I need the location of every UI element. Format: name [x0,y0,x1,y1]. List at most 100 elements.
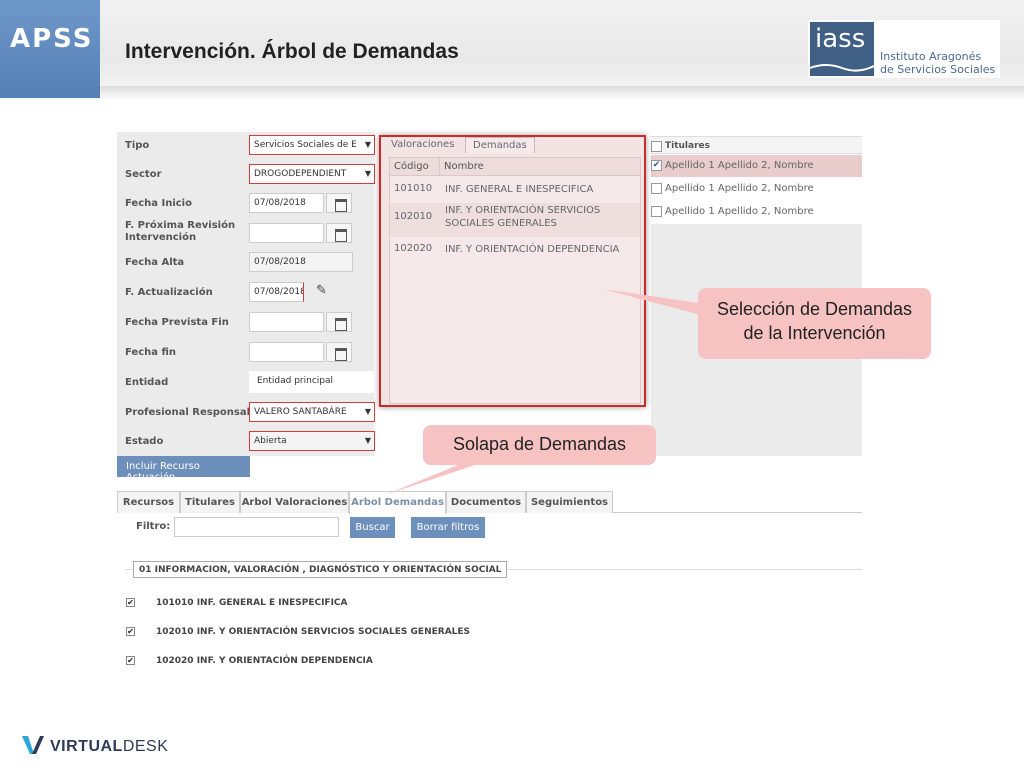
tab-documentos[interactable]: Documentos [446,491,526,513]
estado-value: Abierta [254,436,287,446]
profesional-select[interactable]: VALERO SANTABÁRE ▼ [249,402,375,422]
f-actualizacion-field: 07/08/2018 [249,282,304,302]
tab-arbol-valoraciones[interactable]: Arbol Valoraciones [240,491,349,513]
slide-title: Intervención. Árbol de Demandas [125,40,459,63]
titular-row[interactable]: Apellido 1 Apellido 2, Nombre [651,178,862,200]
tree-item-label: 101010 INF. GENERAL E INESPECIFICA [156,598,348,608]
fecha-inicio-label: Fecha Inicio [125,198,192,209]
tree-item-label: 102020 INF. Y ORIENTACIÓN DEPENDENCIA [156,656,373,666]
calendar-icon[interactable] [326,342,352,362]
chevron-down-icon: ▼ [364,169,371,178]
entidad-field: Entidad principal [249,371,374,393]
buscar-button[interactable]: Buscar [350,517,395,538]
tab-seguimientos[interactable]: Seguimientos [526,491,613,513]
iass-logo-text: iass [815,24,866,54]
titular-checkbox[interactable] [651,206,662,217]
row-nombre: INF. Y ORIENTACIÓN SERVICIOS SOCIALES GE… [445,205,601,229]
slide: APSS Intervención. Árbol de Demandas ias… [0,0,1024,768]
calendar-icon[interactable] [326,193,352,213]
tab-demandas[interactable]: Demandas [465,137,535,153]
fecha-alta-field: 07/08/2018 [249,252,353,272]
iass-org-name: Instituto Aragonés de Servicios Sociales [880,50,995,76]
chevron-down-icon: ▼ [364,140,371,149]
table-row[interactable]: 102010 INF. Y ORIENTACIÓN SERVICIOS SOCI… [390,203,640,237]
iass-org-line1: Instituto Aragonés [880,50,982,63]
calendar-icon[interactable] [326,312,352,332]
tree-group-label: 01 INFORMACION, VALORACIÓN , DIAGNÓSTICO… [133,561,508,578]
estado-label: Estado [125,436,164,447]
callout-seleccion-demandas: Selección de Demandas de la Intervención [698,288,931,359]
select-all-checkbox[interactable] [651,141,662,152]
table-row[interactable]: 102020 INF. Y ORIENTACIÓN DEPENDENCIA [390,243,640,263]
virtualdesk-text: VIRTUALDESK [50,738,168,756]
brand-bold: VIRTUAL [50,738,123,755]
callout-solapa-demandas: Solapa de Demandas [423,425,656,465]
f-proxima-label: F. Próxima Revisión Intervención [125,220,235,244]
sector-label: Sector [125,169,162,180]
callout-line1: Selección de Demandas [716,299,913,319]
entidad-label: Entidad [125,377,169,388]
table-row[interactable]: 101010 INF. GENERAL E INESPECIFICA [390,183,640,205]
apss-badge: APSS [0,0,100,98]
f-actualizacion-label: F. Actualización [125,287,213,298]
tree-item-checkbox[interactable]: ✔ [126,598,135,607]
profesional-value: VALERO SANTABÁRE [254,407,347,417]
column-header-codigo: Código [390,158,440,176]
row-nombre: INF. Y ORIENTACIÓN DEPENDENCIA [445,244,620,255]
row-nombre: INF. GENERAL E INESPECIFICA [445,184,594,195]
tab-valoraciones[interactable]: Valoraciones [384,137,462,153]
tipo-value: Servicios Sociales de E [254,140,357,150]
filtro-input[interactable] [174,517,339,537]
tree-item-checkbox[interactable]: ✔ [126,656,135,665]
tab-titulares[interactable]: Titulares [180,491,240,513]
column-header-nombre: Nombre [440,158,640,176]
tab-recursos[interactable]: Recursos [117,491,180,513]
titulares-header-label: Titulares [665,141,710,151]
tab-arbol-demandas[interactable]: Arbol Demandas [349,491,446,514]
fecha-inicio-input[interactable]: 07/08/2018 [249,193,324,213]
pencil-icon[interactable]: ✎ [316,283,327,298]
brand-rest: DESK [122,738,169,755]
titular-checkbox[interactable]: ✔ [651,160,662,171]
virtualdesk-mark-icon [22,736,44,754]
f-proxima-label-line1: F. Próxima Revisión [125,220,236,231]
titular-row[interactable]: Apellido 1 Apellido 2, Nombre [651,201,862,223]
estado-select[interactable]: Abierta ▼ [249,431,375,451]
borrar-filtros-button[interactable]: Borrar filtros [411,517,485,538]
titulares-header: Titulares [651,136,862,154]
titular-checkbox[interactable] [651,183,662,194]
filtro-label: Filtro: [136,521,171,532]
incluir-recurso-button[interactable]: Incluir Recurso Actuación [117,456,250,483]
fecha-alta-label: Fecha Alta [125,257,185,268]
app-screenshot: Tipo Servicios Sociales de E ▼ Sector DR… [117,132,862,674]
fecha-fin-label: Fecha fin [125,347,177,358]
iass-logo: iass Instituto Aragonés de Servicios Soc… [808,20,1000,78]
header-shadow [100,86,1024,100]
demandas-popup: Valoraciones Demandas Código Nombre 1010… [379,135,646,407]
detail-tabs: Recursos Titulares Arbol Valoraciones Ar… [117,491,862,514]
profesional-label: Profesional Responsable [125,407,264,418]
f-proxima-input[interactable] [249,223,324,243]
wave-icon [810,64,874,72]
sector-value: DROGODEPENDIENT [254,169,347,179]
sector-select[interactable]: DROGODEPENDIENT ▼ [249,164,375,184]
titular-name: Apellido 1 Apellido 2, Nombre [665,160,814,171]
callout-line2: de la Intervención [743,323,886,343]
fecha-prevista-fin-input[interactable] [249,312,324,332]
chevron-down-icon: ▼ [364,407,371,416]
f-proxima-label-line2: Intervención [125,232,197,243]
fecha-prevista-fin-label: Fecha Prevista Fin [125,317,229,328]
chevron-down-icon: ▼ [364,436,371,445]
titular-name: Apellido 1 Apellido 2, Nombre [665,206,814,217]
iass-org-line2: de Servicios Sociales [880,63,996,76]
titular-row[interactable]: ✔ Apellido 1 Apellido 2, Nombre [651,155,862,177]
calendar-icon[interactable] [326,223,352,243]
row-codigo: 102020 [394,243,433,254]
tree-item-checkbox[interactable]: ✔ [126,627,135,636]
tipo-label: Tipo [125,140,150,151]
row-codigo: 102010 [394,211,433,222]
titular-name: Apellido 1 Apellido 2, Nombre [665,183,814,194]
tipo-select[interactable]: Servicios Sociales de E ▼ [249,135,375,155]
demandas-table: Código Nombre 101010 INF. GENERAL E INES… [389,157,641,404]
fecha-fin-input[interactable] [249,342,324,362]
